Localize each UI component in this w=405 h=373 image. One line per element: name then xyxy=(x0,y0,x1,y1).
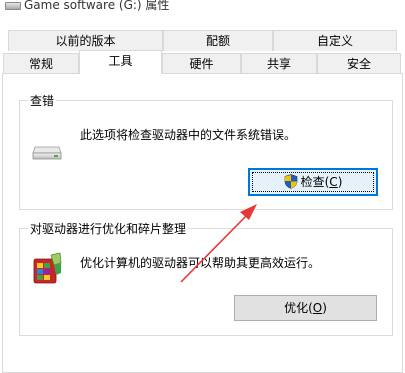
tab-hardware[interactable]: 硬件 xyxy=(162,53,241,74)
error-checking-title: 查错 xyxy=(28,92,57,109)
tab-previous-versions[interactable]: 以前的版本 xyxy=(8,30,163,51)
optimize-button-label: 优化(O) xyxy=(284,301,327,315)
drive-icon xyxy=(5,2,21,10)
tab-tools[interactable]: 工具 xyxy=(79,50,162,74)
error-checking-group: 查错 此选项将检查驱动器中的文件系统错误。 检查(C) xyxy=(19,92,393,210)
optimize-title: 对驱动器进行优化和碎片整理 xyxy=(28,220,189,237)
error-checking-description: 此选项将检查驱动器中的文件系统错误。 xyxy=(80,128,297,142)
check-button[interactable]: 检查(C) xyxy=(248,168,378,196)
tab-security[interactable]: 安全 xyxy=(317,53,401,74)
check-button-label: 检查(C) xyxy=(284,174,342,189)
uac-shield-icon xyxy=(284,174,297,189)
tab-quota[interactable]: 配额 xyxy=(163,30,273,51)
tools-panel: 查错 此选项将检查驱动器中的文件系统错误。 检查(C) 对驱动器进行优化和碎片整… xyxy=(2,73,403,373)
window-title: Game software (G:) 属性 xyxy=(24,0,170,12)
tab-strip: 以前的版本 配额 自定义 常规 工具 硬件 共享 安全 xyxy=(0,30,405,74)
title-bar: Game software (G:) 属性 xyxy=(0,0,405,16)
optimize-group: 对驱动器进行优化和碎片整理 优化计算机的驱动器可以帮助其更高效运行。 优化(O) xyxy=(19,220,393,336)
tab-general[interactable]: 常规 xyxy=(3,53,79,74)
tab-sharing[interactable]: 共享 xyxy=(241,53,317,74)
drive-icon xyxy=(32,146,62,160)
optimize-button[interactable]: 优化(O) xyxy=(234,295,377,321)
optimize-description: 优化计算机的驱动器可以帮助其更高效运行。 xyxy=(80,256,321,270)
defrag-icon xyxy=(33,252,62,284)
tab-customize[interactable]: 自定义 xyxy=(273,30,397,51)
